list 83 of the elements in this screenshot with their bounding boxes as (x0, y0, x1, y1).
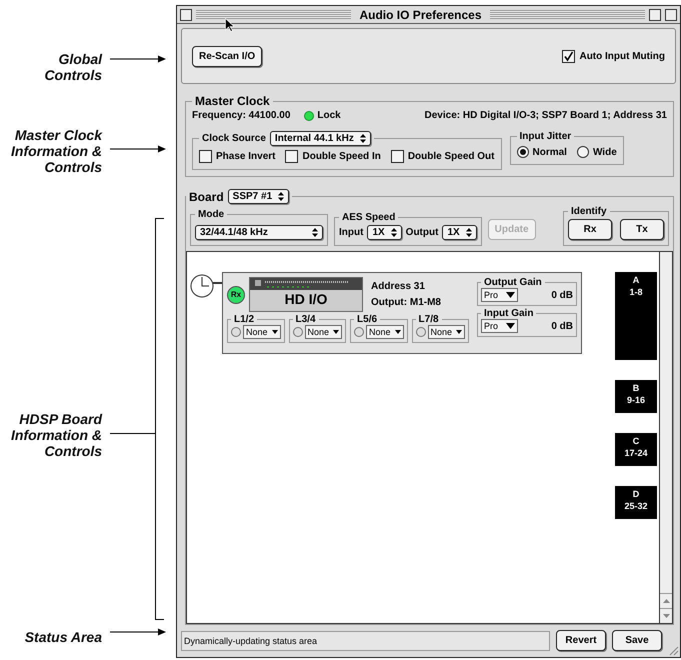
gain-value: 0 dB (551, 290, 573, 300)
checkmark-icon (563, 50, 574, 62)
annotation-label: Status Area (24, 629, 102, 645)
annotation-label: HDSP Board Information & Controls (11, 411, 102, 459)
close-box[interactable] (180, 8, 192, 20)
input-speed-dropdown[interactable]: 1X (367, 225, 402, 240)
radio-button[interactable]: Wide (576, 146, 617, 158)
updown-arrows-icon (466, 228, 472, 237)
channel-letter: B (632, 382, 640, 394)
clock-source-label: Clock Source (202, 133, 266, 144)
updown-arrows-icon (312, 228, 318, 237)
device-text: Device: HD Digital I/O-3; SSP7 Board 1; Address 31 (424, 110, 667, 121)
caret-icon (333, 330, 340, 334)
channel-range: 9-16 (626, 394, 645, 406)
updown-arrows-icon (360, 134, 366, 143)
channel-range: 17-24 (624, 447, 648, 459)
group-title: AES Speed (341, 212, 396, 223)
port-dropdown[interactable]: None (428, 325, 466, 339)
status-field: Dynamically-updating status area (181, 630, 550, 650)
input-label: Input (339, 227, 364, 238)
caret-icon (272, 330, 278, 334)
dialog-button[interactable]: Revert (556, 630, 606, 651)
dialog-button[interactable]: Save (612, 630, 662, 651)
checkbox[interactable]: Double Speed Out (390, 150, 494, 163)
down-arrow-icon (662, 614, 670, 618)
pointer-arrow (110, 628, 166, 636)
checkbox[interactable]: Double Speed In (285, 150, 381, 163)
channel-letter: D (632, 488, 640, 500)
clock-icon (190, 274, 224, 298)
group-title: Identify (570, 206, 608, 217)
zoom-box[interactable] (649, 8, 662, 20)
checkbox[interactable]: Auto Input Muting (562, 50, 665, 62)
group-title: Input Gain (483, 308, 534, 319)
caret-icon (506, 292, 516, 298)
group-title: L5/6 (356, 314, 378, 325)
group-title: L1/2 (233, 314, 256, 325)
identify-button[interactable]: Rx (568, 219, 612, 240)
frequency-text: Frequency: 44100.00 (192, 110, 290, 121)
group-title: Input Jitter (518, 131, 572, 142)
rescan-button[interactable]: Re-Scan I/O (192, 46, 262, 66)
group-title: L7/8 (418, 314, 440, 325)
pointer-arrow (110, 55, 166, 63)
group-title: Master Clock (194, 94, 271, 108)
gain-mode-dropdown[interactable]: Pro (481, 319, 518, 333)
annotation-label: Global Controls (44, 51, 102, 83)
cursor-icon (225, 18, 234, 32)
updown-arrows-icon (278, 192, 284, 201)
caret-icon (394, 330, 401, 334)
rx-badge: Rx (227, 286, 245, 304)
lock-text: Lock (317, 110, 341, 121)
annotation-label: Master Clock Information & Controls (11, 127, 102, 175)
resize-grip-icon (667, 644, 679, 656)
group-title: L3/4 (294, 314, 317, 325)
radio-button[interactable]: Normal (516, 146, 567, 158)
port-dropdown[interactable]: None (304, 325, 342, 339)
output-speed-dropdown[interactable]: 1X (442, 225, 477, 240)
caret-icon (506, 323, 516, 329)
channel-range: 25-32 (624, 500, 648, 512)
caret-icon (456, 330, 462, 334)
output-text: Output: M1-M8 (371, 297, 441, 308)
pointer-arrow (110, 145, 166, 153)
clock-source-dropdown[interactable]: Internal 44.1 kHz (270, 131, 371, 146)
up-arrow-icon (662, 599, 670, 603)
output-label: Output (406, 227, 438, 238)
board-dropdown[interactable]: SSP7 #1 (228, 189, 290, 204)
gain-value: 0 dB (551, 320, 573, 332)
identify-button[interactable]: Tx (620, 219, 664, 240)
channel-letter: C (632, 435, 640, 447)
checkbox[interactable]: Phase Invert (199, 150, 276, 163)
port-dropdown[interactable]: None (243, 325, 281, 339)
collapse-box[interactable] (665, 8, 678, 20)
channel-letter: A (632, 274, 640, 286)
port-dropdown[interactable]: None (366, 325, 404, 339)
channel-range: 1-8 (629, 286, 642, 298)
group-title: Mode (197, 209, 226, 220)
gain-mode-dropdown[interactable]: Pro (481, 288, 518, 302)
window-title: Audio IO Preferences (358, 8, 483, 22)
address-text: Address 31 (371, 281, 426, 292)
updown-arrows-icon (390, 228, 397, 237)
device-name: HD I/O (284, 290, 328, 309)
group-title: Output Gain (483, 277, 543, 288)
board-label: Board (189, 190, 224, 204)
mode-dropdown[interactable]: 32/44.1/48 kHz (195, 225, 323, 240)
